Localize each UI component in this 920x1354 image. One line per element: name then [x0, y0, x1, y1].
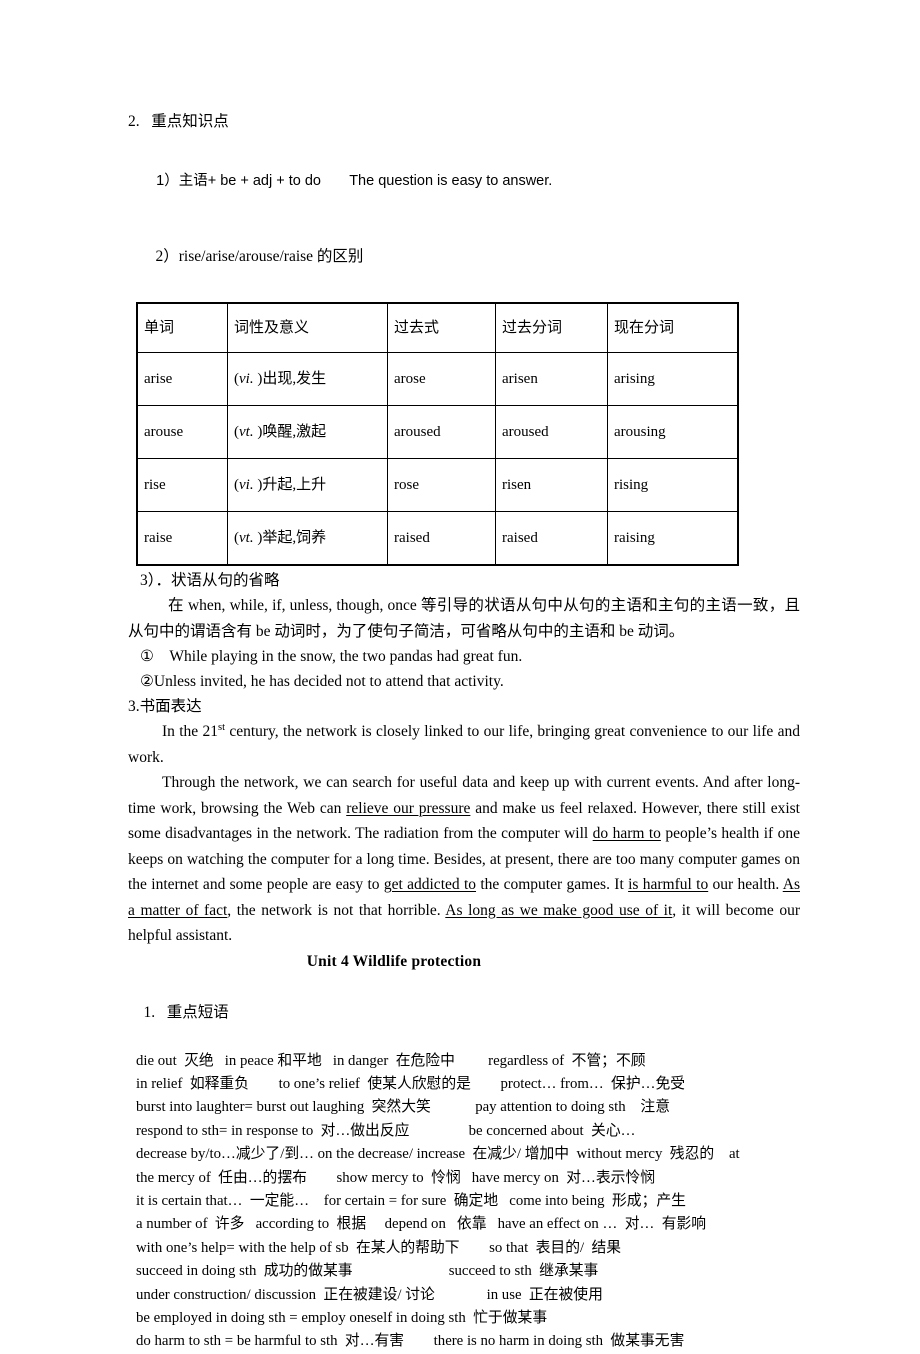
vocabulary-list: die out 灭绝 in peace 和平地 in danger 在危险中 r…	[128, 1050, 800, 1354]
cell-ing: arising	[607, 352, 739, 406]
cell-pos-meaning: (vi. )出现,发生	[227, 352, 388, 406]
table-row: raise (vt. )举起,饲养 raised raised raising	[136, 511, 739, 566]
vocab-line: a number of 许多 according to 根据 depend on…	[136, 1216, 707, 1233]
clause-omission-body: 在 when, while, if, unless, though, once …	[128, 597, 800, 640]
document-page: 2. 重点知识点 1）主语+ be + adj + to do The ques…	[0, 0, 920, 1349]
cell-pp: aroused	[495, 405, 608, 459]
table-header-row: 单词 词性及意义 过去式 过去分词 现在分词	[136, 302, 739, 353]
cell-meaning: 举起,饲养	[262, 530, 327, 546]
underlined-phrase: As long as we make good use of it	[445, 901, 673, 919]
header-past-participle: 过去分词	[495, 302, 608, 353]
essay-text-run: , the network is not that horrible.	[227, 901, 446, 919]
cell-ing: raising	[607, 511, 739, 566]
vocab-line: respond to sth= in response to 对…做出反应 be…	[136, 1122, 636, 1139]
cell-past: arose	[387, 352, 496, 406]
cell-pos-meaning: (vt. )唤醒,激起	[227, 405, 388, 459]
clause-example-2: ②Unless invited, he has decided not to a…	[140, 673, 504, 690]
cell-past: raised	[387, 511, 496, 566]
cell-past: rose	[387, 458, 496, 512]
verb-comparison-table: 单词 词性及意义 过去式 过去分词 现在分词 arise (vi. )出现,发生…	[136, 302, 739, 566]
section-2-heading: 2. 重点知识点	[128, 108, 800, 135]
vocab-line: it is certain that… 一定能… for certain = f…	[136, 1192, 686, 1209]
cell-pos: vt.	[239, 530, 254, 546]
vocab-line: with one’s help= with the help of sb 在某人…	[136, 1239, 622, 1256]
knowledge-point-2: 2）rise/arise/arouse/raise 的区别	[128, 219, 800, 294]
point-2-label: 2）	[155, 248, 179, 265]
vocab-line: the mercy of 任由…的摆布 show mercy to 怜悯 hav…	[136, 1169, 656, 1186]
underlined-phrase: is harmful to	[628, 876, 709, 893]
table-row: rise (vi. )升起,上升 rose risen rising	[136, 458, 739, 512]
vocab-line: in relief 如释重负 to one’s relief 使某人欣慰的是 p…	[136, 1075, 686, 1092]
section-2-number: 2.	[128, 113, 140, 130]
cell-pp: raised	[495, 511, 608, 566]
unit4-section-1-title: 重点短语	[166, 1003, 229, 1021]
cell-pos-meaning: (vt. )举起,饲养	[227, 511, 388, 566]
knowledge-point-1: 1）主语+ be + adj + to do The question is e…	[128, 144, 800, 219]
writing-p1-part-b: century, the network is closely linked t…	[128, 723, 801, 766]
cell-meaning: 出现,发生	[262, 371, 327, 387]
cell-meaning: 升起,上升	[262, 477, 327, 493]
writing-p1-part-a: In the 21	[162, 723, 218, 740]
vocab-line: burst into laughter= burst out laughing …	[136, 1099, 671, 1116]
vocab-line: decrease by/to…减少了/到… on the decrease/ i…	[136, 1146, 740, 1163]
point-1-label: 1）	[156, 173, 179, 189]
vocab-line: be employed in doing sth = employ onesel…	[136, 1309, 548, 1326]
underlined-phrase: do harm to	[592, 825, 661, 842]
cell-meaning: 唤醒,激起	[262, 424, 327, 440]
unit4-section-1-number: 1.	[143, 1003, 156, 1021]
vocab-line: under construction/ discussion 正在被建设/ 讨论…	[136, 1286, 603, 1303]
table-row: arise (vi. )出现,发生 arose arisen arising	[136, 352, 739, 406]
essay-text-run: our health.	[708, 876, 783, 893]
section-2-title: 重点知识点	[151, 113, 229, 130]
clause-omission-heading: 3）．状语从句的省略	[140, 572, 280, 589]
cell-ing: rising	[607, 458, 739, 512]
cell-word: raise	[136, 511, 228, 566]
cell-pos-meaning: (vi. )升起,上升	[227, 458, 388, 512]
writing-paragraph-2: Through the network, we can search for u…	[128, 770, 800, 949]
point-1-pattern: 主语+ be + adj + to do	[178, 173, 321, 189]
ordinal-suffix: st	[217, 721, 226, 733]
clause-example-1: ① While playing in the snow, the two pan…	[140, 648, 523, 665]
header-present-participle: 现在分词	[607, 302, 739, 353]
writing-section-heading: 3.书面表达	[128, 698, 202, 715]
cell-word: rise	[136, 458, 228, 512]
unit-4-title: Unit 4 Wildlife protection	[306, 952, 482, 970]
header-pos-meaning: 词性及意义	[227, 302, 388, 353]
cell-past: aroused	[387, 405, 496, 459]
underlined-phrase: relieve our pressure	[346, 799, 471, 817]
cell-pp: arisen	[495, 352, 608, 406]
unit4-section-1-heading: 1. 重点短语	[128, 975, 800, 1050]
point-1-example: The question is easy to answer.	[349, 173, 553, 189]
cell-pos: vt.	[239, 424, 254, 440]
table-row: arouse (vt. )唤醒,激起 aroused aroused arous…	[136, 405, 739, 459]
cell-pos: vi.	[239, 477, 254, 493]
cell-pp: risen	[495, 458, 608, 512]
header-past-tense: 过去式	[387, 302, 496, 353]
essay-text-run: the computer games. It	[476, 876, 629, 893]
vocab-line: die out 灭绝 in peace 和平地 in danger 在危险中 r…	[136, 1052, 646, 1069]
cell-word: arouse	[136, 405, 228, 459]
cell-pos: vi.	[239, 371, 254, 387]
cell-word: arise	[136, 352, 228, 406]
vocab-line: do harm to sth = be harmful to sth 对…有害 …	[136, 1333, 685, 1350]
point-2-title: rise/arise/arouse/raise 的区别	[178, 248, 364, 265]
vocab-line: succeed in doing sth 成功的做某事 succeed to s…	[136, 1263, 599, 1280]
header-word: 单词	[136, 302, 228, 353]
underlined-phrase: get addicted to	[383, 876, 477, 893]
writing-paragraph-1: In the 21st century, the network is clos…	[128, 719, 800, 770]
cell-ing: arousing	[607, 405, 739, 459]
